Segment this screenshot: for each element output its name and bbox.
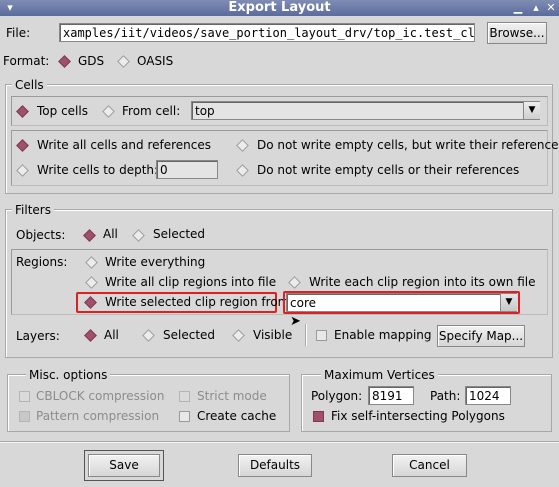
file-path-input[interactable]: xamples/iit/videos/save_portion_layout_d… bbox=[59, 23, 475, 42]
window-title: Export Layout bbox=[228, 0, 331, 15]
write-everything-label: Write everything bbox=[105, 255, 206, 269]
enable-mapping-label: Enable mapping bbox=[334, 328, 432, 342]
top-cells-label: Top cells bbox=[37, 104, 88, 118]
from-cell-value: top bbox=[195, 104, 215, 118]
defaults-button[interactable]: Defaults bbox=[238, 454, 312, 477]
cells-group-title: Cells bbox=[12, 78, 47, 92]
from-cell-dropdown-icon[interactable]: ▼ bbox=[523, 102, 540, 119]
path-input[interactable]: 1024 bbox=[465, 386, 511, 405]
layers-visible-label: Visible bbox=[253, 328, 293, 342]
write-each-clip-label: Write each clip region into its own file bbox=[309, 275, 536, 289]
format-label: Format: bbox=[3, 54, 50, 68]
specify-map-button[interactable]: Specify Map... bbox=[437, 325, 525, 347]
gds-radio[interactable] bbox=[58, 55, 71, 68]
footer-divider bbox=[0, 441, 559, 443]
oasis-label: OASIS bbox=[137, 54, 174, 68]
no-empty-refs-label: Do not write empty cells or their refere… bbox=[257, 163, 520, 177]
objects-label: Objects: bbox=[16, 228, 66, 242]
layers-separator bbox=[305, 324, 307, 346]
cblock-label: CBLOCK compression bbox=[36, 389, 165, 403]
write-selected-clip-label: Write selected clip region from bbox=[105, 295, 290, 309]
maximize-icon[interactable]: ▴ bbox=[530, 2, 542, 14]
create-cache-checkbox[interactable] bbox=[179, 411, 190, 422]
create-cache-label: Create cache bbox=[197, 409, 277, 423]
save-button[interactable]: Save bbox=[88, 454, 160, 477]
polygon-input[interactable]: 8191 bbox=[368, 386, 414, 405]
pattern-compression-label: Pattern compression bbox=[36, 409, 160, 423]
close-icon[interactable]: ✕ bbox=[545, 2, 557, 14]
from-cell-select[interactable]: top bbox=[191, 101, 540, 120]
oasis-radio[interactable] bbox=[117, 55, 130, 68]
gds-label: GDS bbox=[78, 54, 105, 68]
browse-button[interactable]: Browse... bbox=[487, 22, 547, 44]
fix-self-intersecting-label: Fix self-intersecting Polygons bbox=[331, 409, 505, 423]
write-all-clip-label: Write all clip regions into file bbox=[105, 275, 277, 289]
polygon-label: Polygon: bbox=[311, 389, 363, 403]
filters-group-title: Filters bbox=[12, 203, 54, 217]
objects-all-label: All bbox=[103, 227, 118, 241]
pattern-compression-checkbox[interactable] bbox=[19, 411, 30, 422]
title-bar: ▾ Export Layout ▁ ▴ ✕ bbox=[0, 0, 559, 16]
depth-input[interactable]: 0 bbox=[156, 160, 218, 179]
max-vertices-title: Maximum Vertices bbox=[321, 368, 438, 382]
layers-all-label: All bbox=[104, 328, 119, 342]
clip-region-select[interactable]: core bbox=[286, 293, 517, 312]
misc-options-title: Misc. options bbox=[26, 368, 111, 382]
clip-region-dropdown-icon[interactable]: ▼ bbox=[500, 294, 517, 311]
write-depth-label: Write cells to depth: bbox=[37, 163, 159, 177]
strict-mode-checkbox[interactable] bbox=[179, 391, 190, 402]
layers-label: Layers: bbox=[16, 329, 60, 343]
from-cell-label: From cell: bbox=[122, 104, 181, 118]
path-label: Path: bbox=[430, 389, 461, 403]
strict-mode-label: Strict mode bbox=[197, 389, 267, 403]
enable-mapping-checkbox[interactable] bbox=[316, 330, 327, 341]
fix-self-intersecting-checkbox[interactable] bbox=[313, 411, 324, 422]
regions-label: Regions: bbox=[16, 255, 68, 269]
file-label: File: bbox=[6, 26, 31, 40]
cancel-button[interactable]: Cancel bbox=[392, 454, 467, 477]
objects-selected-label: Selected bbox=[153, 227, 206, 241]
cblock-checkbox[interactable] bbox=[19, 391, 30, 402]
layers-selected-label: Selected bbox=[163, 328, 216, 342]
no-empty-cells-label: Do not write empty cells, but write thei… bbox=[257, 138, 559, 152]
minimize-icon[interactable]: ▁ bbox=[512, 2, 524, 14]
write-all-cells-label: Write all cells and references bbox=[37, 138, 211, 152]
clip-region-value: core bbox=[290, 296, 316, 310]
